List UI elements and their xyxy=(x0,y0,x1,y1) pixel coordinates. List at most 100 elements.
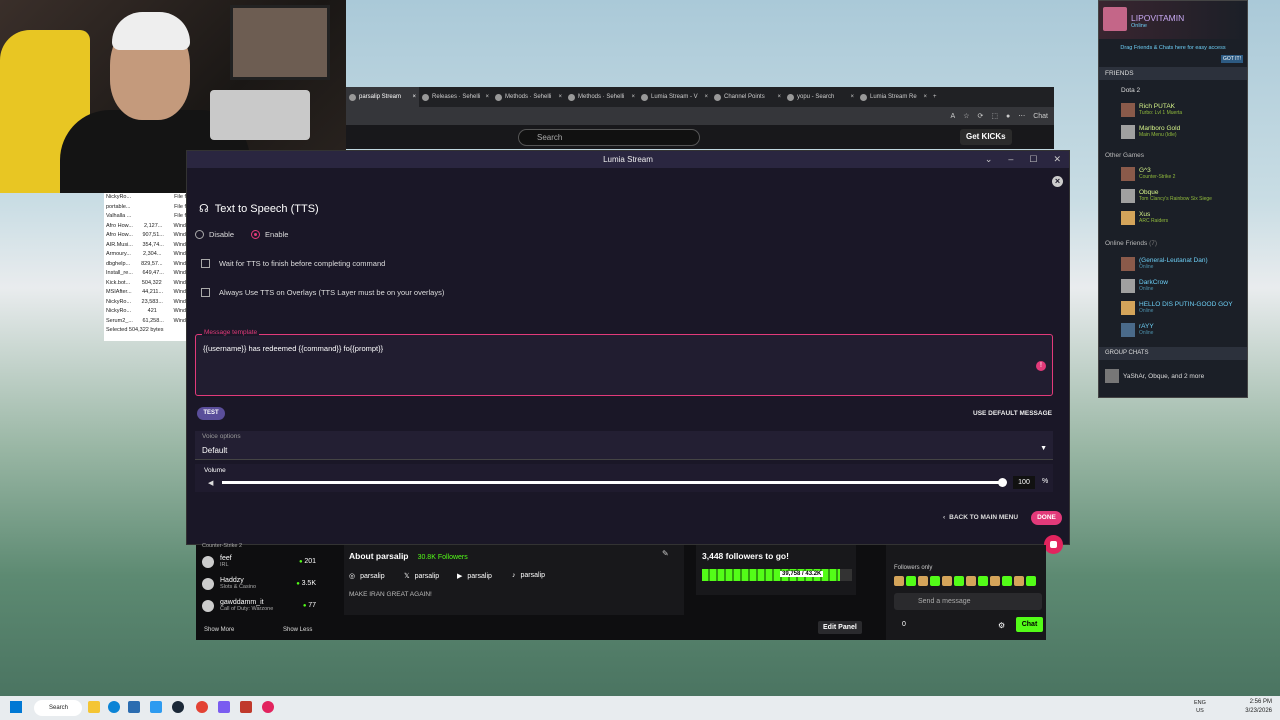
volume-input[interactable]: 100 xyxy=(1013,476,1035,489)
steam-profile-header[interactable]: LIPOVITAMIN Online xyxy=(1099,1,1247,39)
tab-close-icon[interactable]: × xyxy=(777,94,781,100)
browser-tab[interactable]: yopu - Search × xyxy=(784,87,857,107)
refresh-icon[interactable]: ⟳ xyxy=(977,112,983,120)
steam-icon[interactable] xyxy=(172,701,184,713)
tab-close-icon[interactable]: × xyxy=(485,94,489,100)
file-explorer-icon[interactable] xyxy=(88,701,100,713)
tab-close-icon[interactable]: × xyxy=(631,94,635,100)
file-row[interactable]: Afro How... 2,127... Wind xyxy=(104,222,188,232)
browser-tab[interactable]: Channel Points × xyxy=(711,87,784,107)
use-default-message-button[interactable]: USE DEFAULT MESSAGE xyxy=(973,410,1052,417)
edge-icon[interactable] xyxy=(108,701,120,713)
checkbox-wait[interactable] xyxy=(201,259,210,268)
browser-tab[interactable]: Lumia Stream - V × xyxy=(638,87,711,107)
tab-close-icon[interactable]: × xyxy=(923,94,927,100)
maximize-icon[interactable]: ☐ xyxy=(1029,151,1037,168)
browser-tab[interactable]: Releases · Sehelli × xyxy=(419,87,492,107)
chat-send-button[interactable]: Chat xyxy=(1016,617,1043,632)
browser-tab[interactable]: parsalip Stream × xyxy=(346,87,419,107)
tab-close-icon[interactable]: × xyxy=(850,94,854,100)
windows-start-icon[interactable] xyxy=(10,701,22,713)
new-tab-button[interactable]: + xyxy=(930,87,950,107)
steam-friend-item[interactable]: DarkCrow Online xyxy=(1121,279,1241,295)
test-button[interactable]: TEST xyxy=(197,407,225,420)
file-row[interactable]: Serum2_... 61,258... Wind xyxy=(104,317,188,327)
star-icon[interactable]: ☆ xyxy=(963,112,969,120)
steam-friend-item[interactable]: Marlboro Gold Main Menu (Idle) xyxy=(1121,125,1241,141)
file-row[interactable]: NickyRo... File f xyxy=(104,193,188,203)
social-x[interactable]: 𝕏parsalip xyxy=(404,572,439,581)
disable-radio[interactable]: Disable Enable xyxy=(195,230,288,239)
file-row[interactable]: Kick.bot... 504,322 Wind xyxy=(104,279,188,289)
taskbar-search[interactable]: Search xyxy=(34,700,82,716)
lumia-fab-icon[interactable] xyxy=(1044,535,1063,554)
chrome-icon[interactable] xyxy=(196,701,208,713)
file-row[interactable]: dbghelp... 829,57... Wind xyxy=(104,260,188,270)
reader-icon[interactable]: A xyxy=(951,113,956,120)
file-row[interactable]: AIR.Musi... 354,74... Wind xyxy=(104,241,188,251)
send-message-input[interactable]: Send a message xyxy=(894,593,1042,610)
channel-item[interactable]: gawddamm_it Call of Duty: Warzone ● 77 xyxy=(202,599,316,612)
menu-icon[interactable]: ⋯ xyxy=(1018,112,1025,120)
steam-friend-item[interactable]: Rich PUTAK Turbo: Lvl 1 Muerta xyxy=(1121,103,1241,119)
emote-bar[interactable] xyxy=(894,576,1036,586)
kick-search-input[interactable]: Search xyxy=(518,129,700,146)
volume-slider[interactable] xyxy=(222,478,1007,487)
social-instagram[interactable]: ◎ parsalip xyxy=(349,572,385,581)
steam-friend-item[interactable]: Obque Tom Clancy's Rainbow Six Siege xyxy=(1121,189,1241,205)
app-icon[interactable] xyxy=(150,701,162,713)
file-row[interactable]: Afro How... 907,51... Wind xyxy=(104,231,188,241)
back-to-main-menu-button[interactable]: ‹ BACK TO MAIN MENU xyxy=(943,514,1018,521)
radio-disable[interactable] xyxy=(195,230,204,239)
social-tiktok[interactable]: ♪ parsalip xyxy=(512,572,545,579)
language-indicator[interactable]: ENG US xyxy=(1194,699,1206,715)
channel-item[interactable]: Haddzy Slots & Casino ● 3.5K xyxy=(202,577,316,590)
edit-panel-button[interactable]: Edit Panel xyxy=(818,621,862,634)
copilot-chat-button[interactable]: Chat xyxy=(1033,113,1048,120)
radio-enable[interactable] xyxy=(251,230,261,239)
steam-friend-item[interactable]: HELLO DIS PUTIN-GOOD GOY Online xyxy=(1121,301,1241,317)
profile-icon[interactable]: ● xyxy=(1006,113,1010,120)
file-row[interactable]: NickyRo... 421 Wind xyxy=(104,307,188,317)
file-row[interactable]: Armoury... 2,304... Wind xyxy=(104,250,188,260)
tab-close-icon[interactable]: × xyxy=(704,94,708,100)
minimize-icon[interactable]: – xyxy=(1008,151,1013,168)
edit-pencil-icon[interactable]: ✎ xyxy=(662,549,669,558)
volume-handle[interactable] xyxy=(998,478,1007,487)
file-row[interactable]: NickyRo... 23,583... Wind xyxy=(104,298,188,308)
tab-close-icon[interactable]: × xyxy=(412,94,416,100)
get-kicks-button[interactable]: Get KICKs xyxy=(960,129,1012,145)
file-row[interactable]: Install_re... 649,47... Wind xyxy=(104,269,188,279)
browser-tab[interactable]: Methods · Sehelli × xyxy=(565,87,638,107)
app2-icon[interactable] xyxy=(240,701,252,713)
browser-tab[interactable]: Lumia Stream Re × xyxy=(857,87,930,107)
tab-close-icon[interactable]: × xyxy=(558,94,562,100)
file-row[interactable]: MSIAfter... 44,211... Wind xyxy=(104,288,188,298)
close-dialog-icon[interactable]: × xyxy=(1052,176,1063,187)
gear-icon[interactable]: ⚙ xyxy=(998,621,1005,630)
lumia-icon[interactable] xyxy=(262,701,274,713)
extensions-icon[interactable]: ⬚ xyxy=(991,112,998,120)
got-it-button[interactable]: GOT IT! xyxy=(1221,55,1243,63)
clock[interactable]: 2:56 PM 3/23/2026 xyxy=(1245,698,1272,716)
browser-tab[interactable]: Methods · Sehelli × xyxy=(492,87,565,107)
steam-friend-item[interactable]: (General-Leutanat Dan) Online xyxy=(1121,257,1241,273)
option-wait-tts[interactable]: Wait for TTS to finish before completing… xyxy=(201,259,385,268)
message-template-field[interactable]: Message template {{username}} has redeem… xyxy=(195,329,1053,396)
file-row[interactable]: portable... File f xyxy=(104,203,188,213)
social-youtube[interactable]: ▶ parsalip xyxy=(457,572,492,581)
file-row[interactable]: Valhalla ... File f xyxy=(104,212,188,222)
steam-friend-item[interactable]: rAYY Online xyxy=(1121,323,1241,339)
discord-icon[interactable] xyxy=(218,701,230,713)
voice-options-select[interactable]: Voice options Default ▼ xyxy=(195,431,1053,460)
store-icon[interactable] xyxy=(128,701,140,713)
option-overlay-tts[interactable]: Always Use TTS on Overlays (TTS Layer mu… xyxy=(201,288,444,297)
checkbox-overlay[interactable] xyxy=(201,288,210,297)
chevron-down-icon[interactable]: ⌄ xyxy=(985,151,993,168)
channel-item[interactable]: Counter-Strike 2 xyxy=(202,543,316,549)
message-template-value[interactable]: {{username}} has redeemed {{command}} fo… xyxy=(203,344,383,353)
steam-friend-item[interactable]: G^3 Counter-Strike 2 xyxy=(1121,167,1241,183)
show-more-link[interactable]: Show More xyxy=(204,627,234,633)
close-window-icon[interactable]: ✕ xyxy=(1053,151,1061,168)
done-button[interactable]: DONE xyxy=(1031,511,1062,525)
